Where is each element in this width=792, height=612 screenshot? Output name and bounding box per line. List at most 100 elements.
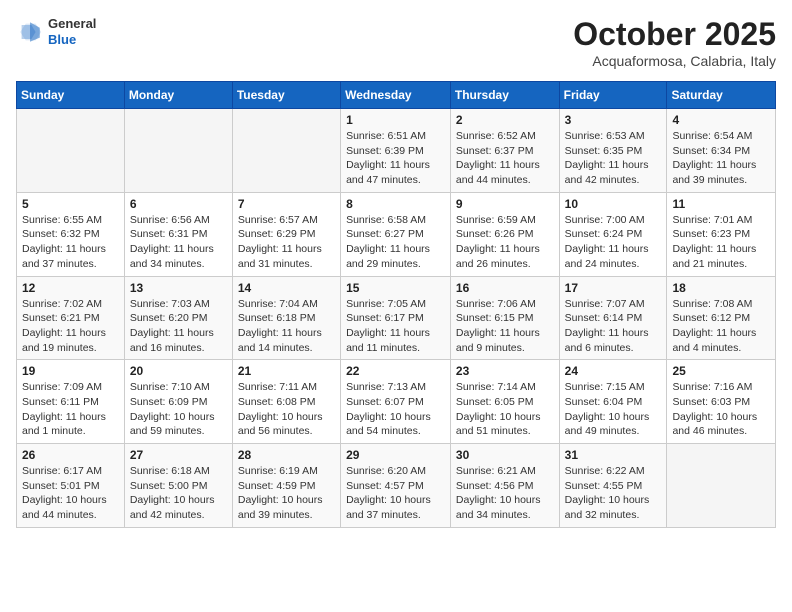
calendar-cell: 30 Sunrise: 6:21 AM Sunset: 4:56 PM Dayli…	[450, 444, 559, 528]
day-number: 26	[22, 448, 119, 462]
calendar-cell: 4 Sunrise: 6:54 AM Sunset: 6:34 PM Daylig…	[667, 109, 776, 193]
location: Acquaformosa, Calabria, Italy	[573, 53, 776, 69]
day-info: Sunrise: 6:51 AM Sunset: 6:39 PM Dayligh…	[346, 129, 445, 188]
day-number: 5	[22, 197, 119, 211]
calendar-week-row: 26 Sunrise: 6:17 AM Sunset: 5:01 PM Dayli…	[17, 444, 776, 528]
day-number: 8	[346, 197, 445, 211]
weekday-header-row: SundayMondayTuesdayWednesdayThursdayFrid…	[17, 82, 776, 109]
day-info: Sunrise: 7:07 AM Sunset: 6:14 PM Dayligh…	[565, 297, 662, 356]
day-info: Sunrise: 6:59 AM Sunset: 6:26 PM Dayligh…	[456, 213, 554, 272]
day-info: Sunrise: 7:02 AM Sunset: 6:21 PM Dayligh…	[22, 297, 119, 356]
day-info: Sunrise: 6:57 AM Sunset: 6:29 PM Dayligh…	[238, 213, 335, 272]
day-number: 15	[346, 281, 445, 295]
calendar-cell: 18 Sunrise: 7:08 AM Sunset: 6:12 PM Dayli…	[667, 276, 776, 360]
calendar-cell: 12 Sunrise: 7:02 AM Sunset: 6:21 PM Dayli…	[17, 276, 125, 360]
calendar-cell	[667, 444, 776, 528]
day-number: 22	[346, 364, 445, 378]
day-number: 4	[672, 113, 770, 127]
logo-blue: Blue	[48, 32, 96, 48]
calendar-week-row: 5Sunrise: 6:55 AM Sunset: 6:32 PM Daylig…	[17, 192, 776, 276]
day-number: 11	[672, 197, 770, 211]
calendar-table: SundayMondayTuesdayWednesdayThursdayFrid…	[16, 81, 776, 528]
calendar-cell: 31Sunrise: 6:22 AM Sunset: 4:55 PM Dayli…	[559, 444, 667, 528]
logo-general: General	[48, 16, 96, 32]
calendar-cell: 10 Sunrise: 7:00 AM Sunset: 6:24 PM Dayli…	[559, 192, 667, 276]
calendar-cell: 22 Sunrise: 7:13 AM Sunset: 6:07 PM Dayli…	[341, 360, 451, 444]
day-info: Sunrise: 6:18 AM Sunset: 5:00 PM Dayligh…	[130, 464, 227, 523]
day-info: Sunrise: 7:10 AM Sunset: 6:09 PM Dayligh…	[130, 380, 227, 439]
calendar-cell: 28 Sunrise: 6:19 AM Sunset: 4:59 PM Dayli…	[232, 444, 340, 528]
calendar-cell: 15 Sunrise: 7:05 AM Sunset: 6:17 PM Dayli…	[341, 276, 451, 360]
day-number: 13	[130, 281, 227, 295]
calendar-cell: 20 Sunrise: 7:10 AM Sunset: 6:09 PM Dayli…	[124, 360, 232, 444]
day-info: Sunrise: 6:53 AM Sunset: 6:35 PM Dayligh…	[565, 129, 662, 188]
day-info: Sunrise: 7:13 AM Sunset: 6:07 PM Dayligh…	[346, 380, 445, 439]
day-info: Sunrise: 6:17 AM Sunset: 5:01 PM Dayligh…	[22, 464, 119, 523]
day-number: 18	[672, 281, 770, 295]
calendar-cell: 25Sunrise: 7:16 AM Sunset: 6:03 PM Dayli…	[667, 360, 776, 444]
day-number: 28	[238, 448, 335, 462]
calendar-cell: 5Sunrise: 6:55 AM Sunset: 6:32 PM Daylig…	[17, 192, 125, 276]
day-info: Sunrise: 6:56 AM Sunset: 6:31 PM Dayligh…	[130, 213, 227, 272]
calendar-week-row: 1 Sunrise: 6:51 AM Sunset: 6:39 PM Daylig…	[17, 109, 776, 193]
day-number: 20	[130, 364, 227, 378]
calendar-cell: 9 Sunrise: 6:59 AM Sunset: 6:26 PM Daylig…	[450, 192, 559, 276]
day-info: Sunrise: 7:16 AM Sunset: 6:03 PM Dayligh…	[672, 380, 770, 439]
day-number: 21	[238, 364, 335, 378]
calendar-cell: 3 Sunrise: 6:53 AM Sunset: 6:35 PM Daylig…	[559, 109, 667, 193]
calendar-week-row: 12 Sunrise: 7:02 AM Sunset: 6:21 PM Dayli…	[17, 276, 776, 360]
day-info: Sunrise: 7:15 AM Sunset: 6:04 PM Dayligh…	[565, 380, 662, 439]
calendar-cell: 29Sunrise: 6:20 AM Sunset: 4:57 PM Dayli…	[341, 444, 451, 528]
month-title: October 2025	[573, 16, 776, 53]
header: General Blue October 2025 Acquaformosa, …	[16, 16, 776, 69]
day-info: Sunrise: 6:54 AM Sunset: 6:34 PM Dayligh…	[672, 129, 770, 188]
day-number: 1	[346, 113, 445, 127]
calendar-cell	[17, 109, 125, 193]
calendar-cell: 17 Sunrise: 7:07 AM Sunset: 6:14 PM Dayli…	[559, 276, 667, 360]
day-number: 2	[456, 113, 554, 127]
logo: General Blue	[16, 16, 96, 47]
day-number: 3	[565, 113, 662, 127]
calendar-cell	[124, 109, 232, 193]
day-number: 10	[565, 197, 662, 211]
day-number: 29	[346, 448, 445, 462]
calendar-cell: 13 Sunrise: 7:03 AM Sunset: 6:20 PM Dayli…	[124, 276, 232, 360]
day-number: 17	[565, 281, 662, 295]
day-number: 24	[565, 364, 662, 378]
calendar-cell: 8 Sunrise: 6:58 AM Sunset: 6:27 PM Daylig…	[341, 192, 451, 276]
calendar-cell: 7 Sunrise: 6:57 AM Sunset: 6:29 PM Daylig…	[232, 192, 340, 276]
day-number: 16	[456, 281, 554, 295]
title-area: October 2025 Acquaformosa, Calabria, Ita…	[573, 16, 776, 69]
day-number: 12	[22, 281, 119, 295]
calendar-cell: 24 Sunrise: 7:15 AM Sunset: 6:04 PM Dayli…	[559, 360, 667, 444]
day-number: 30	[456, 448, 554, 462]
day-number: 9	[456, 197, 554, 211]
day-info: Sunrise: 7:03 AM Sunset: 6:20 PM Dayligh…	[130, 297, 227, 356]
calendar-cell: 26 Sunrise: 6:17 AM Sunset: 5:01 PM Dayli…	[17, 444, 125, 528]
weekday-header: Sunday	[17, 82, 125, 109]
weekday-header: Wednesday	[341, 82, 451, 109]
day-info: Sunrise: 7:11 AM Sunset: 6:08 PM Dayligh…	[238, 380, 335, 439]
weekday-header: Saturday	[667, 82, 776, 109]
day-info: Sunrise: 6:52 AM Sunset: 6:37 PM Dayligh…	[456, 129, 554, 188]
day-info: Sunrise: 6:22 AM Sunset: 4:55 PM Dayligh…	[565, 464, 662, 523]
weekday-header: Thursday	[450, 82, 559, 109]
day-info: Sunrise: 7:00 AM Sunset: 6:24 PM Dayligh…	[565, 213, 662, 272]
weekday-header: Monday	[124, 82, 232, 109]
weekday-header: Friday	[559, 82, 667, 109]
day-info: Sunrise: 6:19 AM Sunset: 4:59 PM Dayligh…	[238, 464, 335, 523]
day-info: Sunrise: 6:58 AM Sunset: 6:27 PM Dayligh…	[346, 213, 445, 272]
day-info: Sunrise: 6:21 AM Sunset: 4:56 PM Dayligh…	[456, 464, 554, 523]
calendar-cell: 27 Sunrise: 6:18 AM Sunset: 5:00 PM Dayli…	[124, 444, 232, 528]
day-info: Sunrise: 7:05 AM Sunset: 6:17 PM Dayligh…	[346, 297, 445, 356]
day-info: Sunrise: 7:06 AM Sunset: 6:15 PM Dayligh…	[456, 297, 554, 356]
day-number: 27	[130, 448, 227, 462]
day-info: Sunrise: 7:04 AM Sunset: 6:18 PM Dayligh…	[238, 297, 335, 356]
day-info: Sunrise: 7:09 AM Sunset: 6:11 PM Dayligh…	[22, 380, 119, 439]
calendar-cell: 14Sunrise: 7:04 AM Sunset: 6:18 PM Dayli…	[232, 276, 340, 360]
calendar-cell: 2 Sunrise: 6:52 AM Sunset: 6:37 PM Daylig…	[450, 109, 559, 193]
day-number: 7	[238, 197, 335, 211]
calendar-cell	[232, 109, 340, 193]
calendar-cell: 19Sunrise: 7:09 AM Sunset: 6:11 PM Dayli…	[17, 360, 125, 444]
day-info: Sunrise: 7:08 AM Sunset: 6:12 PM Dayligh…	[672, 297, 770, 356]
